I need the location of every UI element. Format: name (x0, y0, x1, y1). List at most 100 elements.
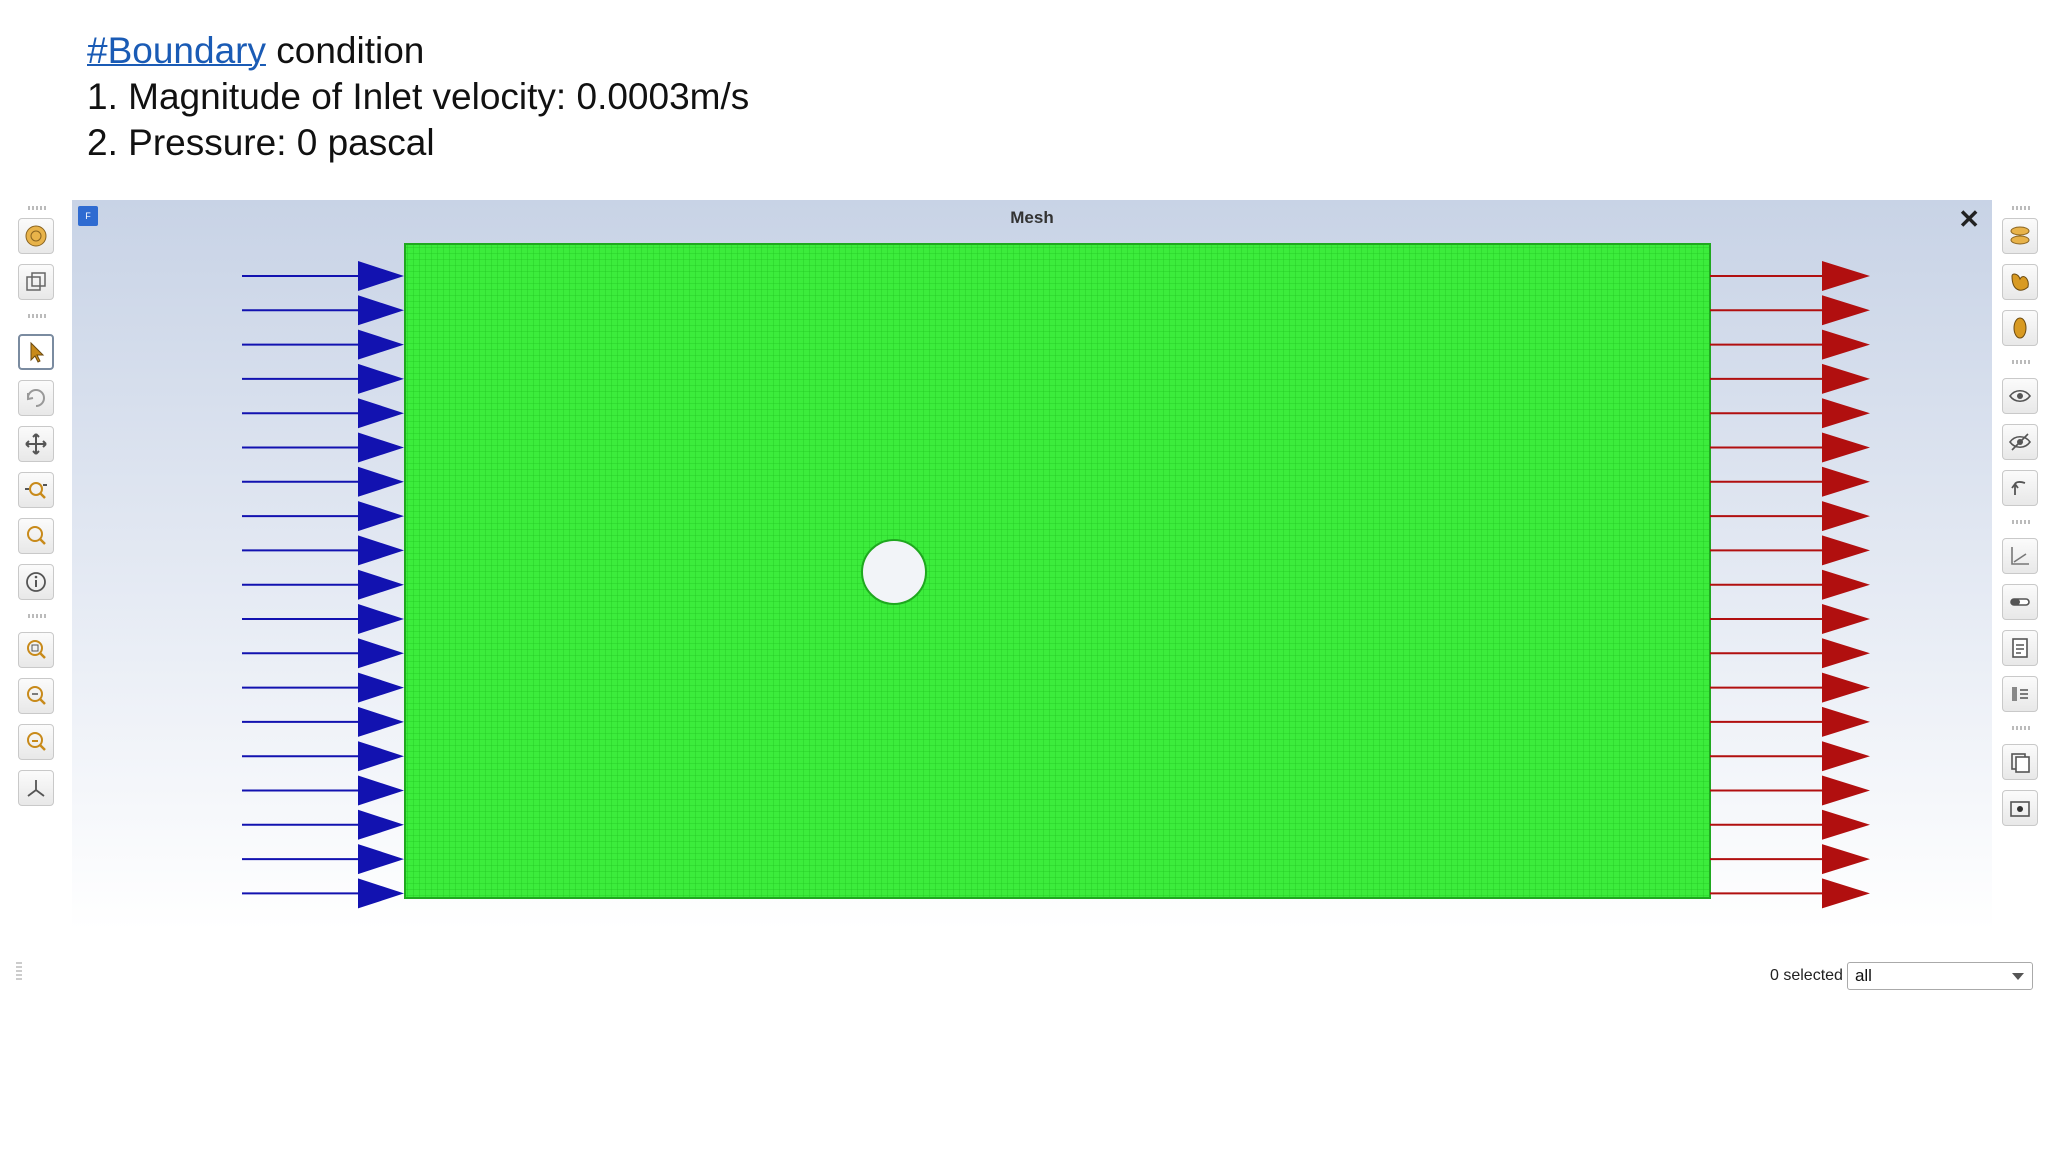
inlet-arrow-head (358, 809, 404, 840)
show-button[interactable] (2002, 378, 2038, 414)
pointer-button[interactable] (18, 334, 54, 370)
panel-grip[interactable] (16, 962, 22, 982)
screenshot-button[interactable] (2002, 790, 2038, 826)
toolbar-grip[interactable] (2012, 520, 2032, 524)
hide-icon (2009, 433, 2031, 451)
inlet-arrow-head (358, 844, 404, 875)
axes-icon (27, 780, 45, 797)
legend-button[interactable] (2002, 676, 2038, 712)
inlet-arrow-head (358, 569, 404, 600)
outlet-arrow-head (1822, 398, 1870, 429)
inlet-arrow-head (358, 741, 404, 772)
zoom-button[interactable] (18, 518, 54, 554)
toolbar-grip[interactable] (2012, 206, 2032, 210)
mesh-domain (404, 243, 1711, 899)
selection-filter-dropdown[interactable]: all (1846, 962, 2033, 990)
inlet-arrow-head (358, 501, 404, 532)
fit-view-icon (27, 640, 46, 659)
outlet-arrow-head (1822, 809, 1870, 840)
toolbar-grip[interactable] (28, 614, 48, 618)
inlet-arrow-head (358, 295, 404, 326)
zoom-out-button[interactable] (18, 724, 54, 760)
plot-icon (2011, 547, 2029, 565)
inlet-arrow-head (358, 261, 404, 291)
outlet-arrow-head (1822, 363, 1870, 394)
annotation-heading: #Boundary condition 1. Magnitude of Inle… (87, 28, 749, 166)
toolbar-grip[interactable] (2012, 360, 2032, 364)
info-button[interactable] (18, 564, 54, 600)
vector-button[interactable] (2002, 310, 2038, 346)
report-icon (2012, 638, 2028, 658)
3d-view-button[interactable] (18, 264, 54, 300)
outlet-arrow-head (1822, 672, 1870, 703)
pan-button[interactable] (18, 426, 54, 462)
report-button[interactable] (2002, 630, 2038, 666)
axes-button[interactable] (18, 770, 54, 806)
outlet-arrow-head (1822, 775, 1870, 806)
outlet-arrow-head (1822, 432, 1870, 463)
inlet-arrow-head (358, 363, 404, 394)
toolbar-grip[interactable] (28, 314, 48, 318)
colormap-icon (2010, 598, 2030, 606)
screenshot-icon (2010, 801, 2030, 817)
outlet-arrow-head (1822, 466, 1870, 497)
zoom-in-out-button[interactable] (18, 472, 54, 508)
zoom-icon (27, 526, 46, 545)
boundary-hashtag-link[interactable]: #Boundary (87, 30, 266, 71)
heading-title: #Boundary condition (87, 28, 749, 74)
left-toolbar (14, 200, 62, 820)
undo-view-button[interactable] (2002, 470, 2038, 506)
zoom-box-icon (27, 686, 46, 705)
mesh-display-button[interactable] (18, 218, 54, 254)
outlet-arrow-head (1822, 706, 1870, 737)
selection-status-bar: 0 selected all (1770, 962, 2033, 990)
contour-button[interactable] (2002, 264, 2038, 300)
inlet-arrow-head (358, 672, 404, 703)
copy-button[interactable] (2002, 744, 2038, 780)
heading-inlet-velocity: 1. Magnitude of Inlet velocity: 0.0003m/… (87, 76, 750, 117)
selected-count: 0 selected (1770, 967, 1843, 984)
outlet-pressure-arrows (1710, 261, 1870, 909)
chevron-down-icon (2011, 973, 2024, 980)
pan-icon (25, 433, 47, 455)
outlet-arrow-head (1822, 501, 1870, 532)
fit-view-button[interactable] (18, 632, 54, 668)
show-icon (2009, 389, 2031, 403)
vector-icon (2013, 317, 2027, 339)
outlet-arrow-head (1822, 261, 1870, 291)
inlet-arrow-head (358, 604, 404, 634)
copy-icon (2011, 753, 2030, 773)
inlet-arrow-head (358, 535, 404, 566)
info-icon (26, 572, 46, 592)
inlet-velocity-arrows (242, 261, 404, 909)
outlet-arrow-head (1822, 569, 1870, 600)
heading-pressure: 2. Pressure: 0 pascal (87, 122, 435, 163)
inlet-arrow-head (358, 638, 404, 669)
mesh-graphics-window[interactable]: F Mesh ✕ (72, 200, 1992, 930)
undo-view-icon (2011, 481, 2026, 495)
right-toolbar (1998, 200, 2046, 826)
toolbar-grip[interactable] (28, 206, 48, 210)
colormap-button[interactable] (2002, 584, 2038, 620)
hide-button[interactable] (2002, 424, 2038, 460)
pointer-icon (30, 341, 45, 363)
rotate-button[interactable] (18, 380, 54, 416)
inlet-arrow-head (358, 432, 404, 463)
surface-icon (2010, 226, 2030, 245)
outlet-arrow-head (1822, 844, 1870, 875)
cylinder-hole (861, 539, 927, 605)
outlet-arrow-head (1822, 741, 1870, 772)
surface-button[interactable] (2002, 218, 2038, 254)
inlet-arrow-head (358, 466, 404, 497)
zoom-box-button[interactable] (18, 678, 54, 714)
outlet-arrow-head (1822, 295, 1870, 326)
plot-button[interactable] (2002, 538, 2038, 574)
legend-icon (2012, 687, 2028, 701)
toolbar-grip[interactable] (2012, 726, 2032, 730)
zoom-in-out-icon (25, 482, 47, 499)
inlet-arrow-head (358, 706, 404, 737)
outlet-arrow-head (1822, 535, 1870, 566)
mesh-viewport[interactable] (72, 200, 1992, 930)
outlet-arrow-head (1822, 604, 1870, 634)
rotate-icon (27, 389, 45, 407)
